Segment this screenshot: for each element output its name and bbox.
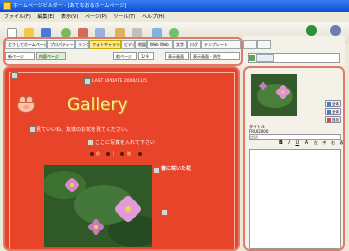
side-tab-area	[243, 36, 345, 66]
window-title: ホームページビルダー - [あてなおるホームページ]	[13, 3, 127, 9]
menu-page[interactable]: ページ(P)	[85, 14, 107, 20]
menu-bar: ファイル(F) 編集(E) 表示(V) ページ(P) ツール(T) ヘルプ(H)	[0, 12, 349, 22]
photo-caption: 春に咲いた花	[161, 166, 192, 172]
nav-dot	[106, 152, 110, 156]
tab-5[interactable]: 地図	[135, 40, 147, 49]
tab-0[interactable]: どうしてホームページ	[5, 40, 47, 49]
tab-7[interactable]: 文字	[173, 40, 187, 49]
flower-photo[interactable]	[44, 165, 152, 247]
control-row: 新ページ 内容ページ 前ページ 1/ 9 表示画面 表示画面 - 再生	[5, 52, 241, 60]
app-icon	[3, 2, 11, 10]
add-icon	[327, 118, 331, 122]
add-button[interactable]: 追加	[325, 116, 341, 123]
whole-button-2[interactable]: 全体	[325, 108, 341, 115]
image-placeholder-icon	[87, 139, 94, 146]
menu-file[interactable]: ファイル(F)	[4, 14, 31, 20]
font-color-button[interactable]: A	[305, 140, 308, 146]
instruction-text: ここに写真を入れて下さい	[95, 140, 155, 146]
view-option-a[interactable]: 表示画面	[165, 52, 189, 60]
align-center-button[interactable]: 中	[322, 140, 326, 145]
image-placeholder-icon	[153, 167, 160, 174]
expand-icon	[327, 102, 331, 106]
zoom-select[interactable]: 1/ 9	[138, 52, 154, 60]
side-selector[interactable]	[256, 54, 274, 62]
pig-mascot-icon	[17, 96, 35, 113]
image-placeholder-icon	[161, 209, 168, 216]
italic-button[interactable]: I	[288, 140, 289, 146]
tab-3[interactable]: フォトギャラリー	[89, 40, 121, 49]
nav-dot	[120, 152, 124, 156]
photo-thumbnail[interactable]	[251, 74, 297, 116]
nav-prev[interactable]: 前	[96, 151, 100, 157]
align-right-button[interactable]: 右	[331, 140, 335, 145]
image-placeholder-icon	[11, 72, 18, 79]
tab-6[interactable]: Web Web	[147, 40, 173, 49]
new-page-mode[interactable]: 新ページ	[5, 52, 35, 60]
format-toolbar: B I U A 左 中 右 表	[249, 139, 343, 147]
nav-sep: |	[113, 151, 115, 156]
add-icon[interactable]	[249, 55, 255, 61]
align-left-button[interactable]: 左	[314, 140, 318, 145]
menu-help[interactable]: ヘルプ(H)	[142, 14, 165, 20]
tab-8[interactable]: ログ	[187, 40, 201, 49]
nav-next[interactable]: 後	[127, 151, 131, 157]
expand-icon	[327, 110, 331, 114]
globe-icon	[305, 25, 317, 36]
app-window: ホームページビルダー - [あてなおるホームページ] ファイル(F) 編集(E)…	[0, 0, 349, 251]
intro-text: 見ていいね、友達のお花を見てください。	[36, 127, 131, 133]
tab-2[interactable]: リンク	[75, 40, 89, 49]
menu-view[interactable]: 表示(V)	[61, 14, 78, 20]
title-bar: ホームページビルダー - [あてなおるホームページ]	[0, 0, 349, 12]
description-textarea[interactable]	[249, 149, 341, 249]
gallery-heading: Gallery	[67, 95, 128, 115]
whole-button[interactable]: 全体	[325, 100, 341, 107]
menu-tools[interactable]: ツール(T)	[113, 14, 135, 20]
menu-edit[interactable]: 編集(E)	[37, 14, 54, 20]
bold-button[interactable]: B	[279, 140, 283, 146]
image-placeholder-icon	[29, 126, 36, 133]
content-page-mode[interactable]: 内容ページ	[36, 52, 66, 60]
last-update-text: LAST UPDATE 2000/11/5	[92, 79, 147, 84]
prev-page-button[interactable]: 前ページ	[113, 52, 137, 60]
list-button[interactable]: 表	[340, 140, 343, 145]
tab-row: どうしてホームページ プロパティー リンク フォトギャラリー ビデオ 地図 We…	[5, 40, 241, 49]
view-option-b[interactable]: 表示画面 - 再生	[190, 52, 240, 60]
side-tab-b[interactable]	[257, 40, 271, 49]
page-nav: 前 | 後	[90, 151, 160, 157]
nav-dot	[90, 152, 94, 156]
exit-icon	[329, 25, 341, 36]
side-tab-a[interactable]	[243, 40, 257, 49]
thumbnail-art	[251, 74, 297, 116]
tab-1[interactable]: プロパティー	[47, 40, 75, 49]
flower-photo-art	[44, 165, 152, 247]
tab-4[interactable]: ビデオ	[121, 40, 135, 49]
nav-dot	[138, 152, 142, 156]
underline-button[interactable]: U	[295, 140, 299, 146]
image-placeholder-icon	[84, 78, 91, 85]
tab-9[interactable]: テンプレート	[201, 40, 241, 49]
photo-property-pane: 全体 全体 追加 タイトル FRUI2000 説明 B I U A 左 中 右 …	[243, 66, 345, 251]
